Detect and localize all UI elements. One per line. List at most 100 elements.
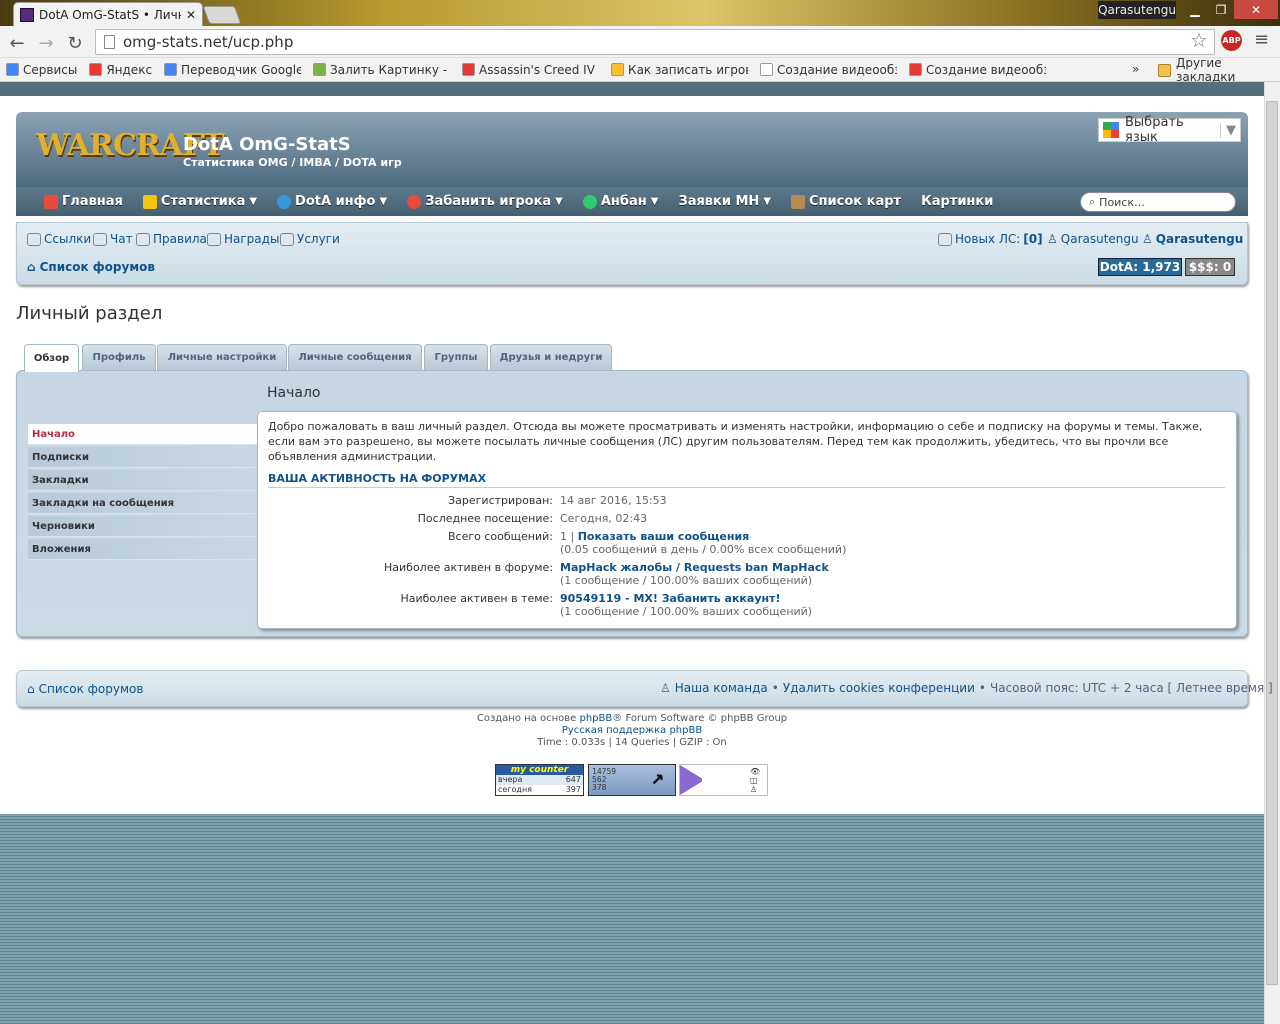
user-link[interactable]: ♙ Qarasutengu <box>1047 232 1139 246</box>
sidebar-item-6[interactable]: Вложения <box>28 539 258 560</box>
tab-4[interactable]: Личные сообщения <box>288 344 422 370</box>
subbar-link-awards[interactable]: Награды <box>207 232 279 246</box>
bookmark-item[interactable]: Залить Картинку - За <box>313 63 450 77</box>
bookmark-item[interactable]: Assassin's Creed IV Bl <box>462 63 599 77</box>
language-select[interactable]: Выбрать язык ▼ <box>1098 115 1241 145</box>
bookmark-item[interactable]: Создание видеообзо <box>909 63 1046 77</box>
forward-button[interactable]: → <box>36 33 56 54</box>
created-post: ® Forum Software © phpBB Group <box>612 713 788 724</box>
nav-item-2[interactable]: Статистика ▼ <box>142 194 257 209</box>
team-link[interactable]: Наша команда <box>675 681 768 695</box>
reload-button[interactable]: ↻ <box>65 33 85 54</box>
tab-3[interactable]: Личные настройки <box>157 344 287 370</box>
site-description: Статистика OMG / IMBA / DOTA игр <box>183 156 402 169</box>
adblock-icon[interactable]: ABP <box>1221 30 1242 51</box>
address-bar[interactable]: omg-stats.net/ucp.php <box>95 29 1215 55</box>
active-forum-link[interactable]: MapHack жалобы / Requests ban MapHack <box>560 561 829 574</box>
award-icon <box>207 232 221 246</box>
new-pm-link[interactable]: Новых ЛС: [0] <box>938 232 1043 246</box>
bookmark-icon <box>313 63 327 76</box>
active-forum-detail: (1 сообщение / 100.00% ваших сообщений) <box>560 574 813 587</box>
tab-close-icon[interactable]: ✕ <box>186 8 196 22</box>
page-stats: Time : 0.033s | 14 Queries | GZIP : On <box>537 737 727 748</box>
subbar-link-links[interactable]: Ссылки <box>27 232 91 246</box>
search-box[interactable]: ⌕ Поиск… <box>1080 192 1236 212</box>
scrollbar-thumb[interactable] <box>1266 101 1278 985</box>
close-window-button[interactable]: ✕ <box>1234 0 1278 19</box>
subbar-link-chat[interactable]: Чат <box>93 232 133 246</box>
subbar-link-label: Чат <box>110 232 133 246</box>
nav-item-8[interactable]: Картинки <box>921 194 993 209</box>
sidebar-item-5[interactable]: Черновики <box>28 516 258 537</box>
tab-5[interactable]: Группы <box>424 344 488 370</box>
nav-item-5[interactable]: Анбан ▼ <box>582 194 658 209</box>
page-top-strip <box>0 82 1264 96</box>
show-posts-link[interactable]: Показать ваши сообщения <box>578 530 750 543</box>
tab-2[interactable]: Профиль <box>82 344 156 370</box>
bookmark-label: Переводчик Google <box>181 62 302 77</box>
bookmark-item[interactable]: Сервисы <box>6 63 77 77</box>
maximize-button[interactable]: ❐ <box>1208 0 1234 19</box>
home-icon: ⌂ <box>27 260 36 274</box>
bookmark-label: Создание видеообзо <box>777 62 898 77</box>
mycounter-widget[interactable]: my counter вчера 647 сегодня 397 <box>495 764 584 796</box>
counter-eye-icon: 👁 ◫ ♙ <box>750 767 761 794</box>
support-link[interactable]: Русская поддержка phpBB <box>0 725 1264 736</box>
user-profile-link[interactable]: ♙ Qarasutengu <box>1142 232 1243 246</box>
tab-6[interactable]: Друзья и недруги <box>490 344 612 370</box>
active-topic-link[interactable]: 90549119 - MX! Забанить аккаунт! <box>560 592 780 605</box>
last-visit-value: Сегодня, 02:43 <box>560 512 648 525</box>
bookmark-item[interactable]: Яндекс <box>89 63 152 77</box>
new-tab-button[interactable] <box>202 6 242 24</box>
nav-item-3[interactable]: DotA инфо ▼ <box>277 194 387 209</box>
posts-count: 1 | <box>560 530 575 543</box>
liveinternet-counter[interactable]: 14759 562 378 ↗ <box>588 764 676 796</box>
window-user-badge[interactable]: Qarasutengu <box>1098 1 1176 19</box>
bookmarks-more[interactable]: » <box>1132 62 1139 76</box>
nav-item-4[interactable]: Забанить игрока ▼ <box>407 194 563 209</box>
chevron-down-icon: ▼ <box>379 196 388 207</box>
other-bookmarks-label: Другие закладки <box>1176 56 1236 84</box>
page-title: Личный раздел <box>16 303 163 324</box>
tab-1[interactable]: Обзор <box>24 344 79 372</box>
registered-label: Зарегистрирован: <box>448 494 553 507</box>
sidebar-item-2[interactable]: Подписки <box>28 447 258 468</box>
chevron-down-icon: ▼ <box>1220 122 1236 138</box>
footer-forum-index[interactable]: ⌂ Список форумов <box>27 682 143 696</box>
active-topic-label: Наиболее активен в теме: <box>400 592 553 605</box>
nav-item-label: Список карт <box>809 194 902 209</box>
bookmark-star-icon[interactable]: ☆ <box>1190 28 1208 52</box>
stats-counter-widget[interactable]: 👁 ◫ ♙ <box>679 764 768 796</box>
browser-toolbar: ← → ↻ omg-stats.net/ucp.php ☆ ABP ≡ <box>0 26 1280 58</box>
nav-item-label: Статистика <box>160 194 246 209</box>
browser-menu-icon[interactable]: ≡ <box>1254 29 1269 50</box>
rules-icon <box>136 232 150 246</box>
sidebar-item-3[interactable]: Закладки <box>28 470 258 491</box>
subbar-link-services[interactable]: Услуги <box>280 232 340 246</box>
map-icon <box>791 194 806 209</box>
phpbb-link[interactable]: phpBB <box>580 713 613 724</box>
delete-cookies-link[interactable]: Удалить cookies конференции <box>783 681 975 695</box>
subbar-link-rules[interactable]: Правила <box>136 232 207 246</box>
nav-item-6[interactable]: Заявки МН ▼ <box>678 194 771 209</box>
subbar-link-label: Ссылки <box>44 232 92 246</box>
bookmark-item[interactable]: Переводчик Google <box>164 63 301 77</box>
separator: • <box>978 681 986 695</box>
sidebar-item-4[interactable]: Закладки на сообщения <box>28 493 258 514</box>
nav-item-1[interactable]: Главная <box>44 194 123 209</box>
browser-tab[interactable]: DotA OmG-StatS • Личный ✕ <box>13 2 203 26</box>
back-button[interactable]: ← <box>7 33 27 54</box>
minimize-button[interactable]: ▁ <box>1182 0 1208 19</box>
bookmark-item[interactable]: Как записать игрово <box>611 63 748 77</box>
help-icon <box>277 194 292 209</box>
other-bookmarks[interactable]: Другие закладки <box>1158 56 1280 84</box>
nav-item-7[interactable]: Список карт <box>791 194 901 209</box>
tab-title: DotA OmG-StatS • Личный <box>39 7 181 22</box>
search-icon: ⌕ <box>1089 195 1096 208</box>
nav-item-label: Анбан <box>600 194 647 209</box>
last-visit-label: Последнее посещение: <box>417 512 553 525</box>
sidebar-item-1[interactable]: Начало <box>28 424 258 445</box>
bookmark-item[interactable]: Создание видеообзо <box>760 63 897 77</box>
welcome-text: Добро пожаловать в ваш личный раздел. От… <box>268 420 1203 463</box>
breadcrumb-forum-index[interactable]: ⌂ Список форумов <box>27 260 155 274</box>
